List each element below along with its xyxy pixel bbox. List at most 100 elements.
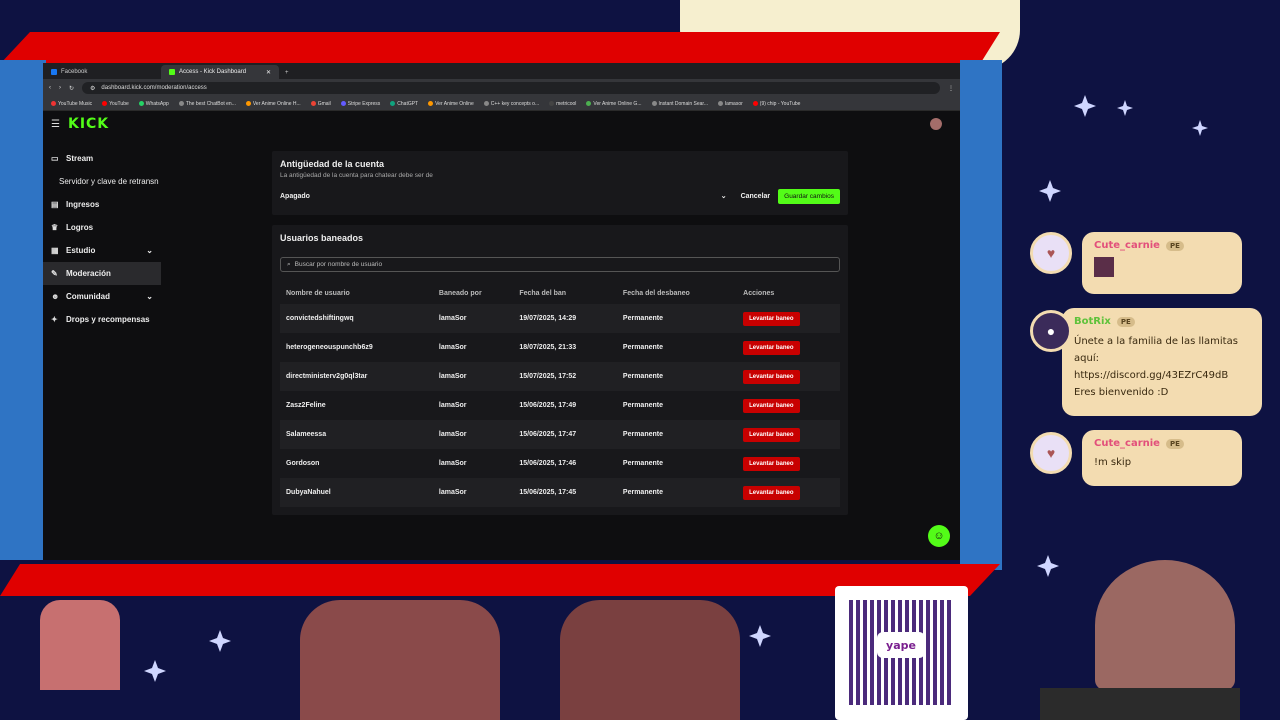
bookmark-item[interactable]: C++ key concepts o... <box>483 100 540 107</box>
support-chat-button[interactable]: ☺ <box>928 525 950 547</box>
cell-by: lamaSor <box>432 304 514 333</box>
cell-date: 15/07/2025, 17:52 <box>513 362 617 391</box>
unban-button[interactable]: Levantar baneo <box>743 311 800 326</box>
bookmark-item[interactable]: WhatsApp <box>138 101 169 107</box>
bookmark-item[interactable]: Instant Domain Sear... <box>651 101 708 107</box>
cell-actions: Levantar baneo <box>737 333 840 362</box>
url-input[interactable]: ⚙ dashboard.kick.com/moderation/access <box>82 82 940 94</box>
sidebar-item[interactable]: ✎ Moderación <box>43 262 161 285</box>
bookmark-label: ChatGPT <box>397 100 419 107</box>
bookmark-favicon-icon <box>651 101 657 106</box>
bot-avatar: ● <box>1030 310 1072 352</box>
community-icon: ☻ <box>51 291 60 301</box>
menu-icon[interactable]: ☰ <box>51 119 60 130</box>
bookmark-item[interactable]: (9) chip - YouTube <box>752 101 800 107</box>
emote-icon <box>1094 257 1114 277</box>
column-header: Baneado por <box>438 289 482 297</box>
sidebar-item-label: Servidor y clave de retransn <box>59 177 159 186</box>
chevron-down-icon[interactable]: ⌄ <box>146 246 153 255</box>
avatar[interactable] <box>930 118 942 130</box>
chevron-down-icon[interactable]: ⌄ <box>146 292 153 301</box>
bookmark-item[interactable]: YouTube Music <box>51 101 92 107</box>
bookmark-favicon-icon <box>340 101 346 106</box>
sidebar-item[interactable]: ▦ Estudio ⌄ <box>43 239 161 262</box>
close-tab-icon[interactable]: ✕ <box>266 69 271 76</box>
bookmark-item[interactable]: ChatGPT <box>390 101 418 107</box>
chat-message: Cute_carnie PE !m skip <box>1082 430 1242 486</box>
moderation-content: Antigüedad de la cuenta La antigüedad de… <box>272 151 848 525</box>
bookmark-item[interactable]: YouTube <box>102 101 129 107</box>
unban-button[interactable]: Levantar baneo <box>743 369 800 384</box>
sidebar-item[interactable]: ♛ Logros <box>43 216 161 239</box>
cancel-button[interactable]: Cancelar <box>741 193 771 200</box>
column-header: Fecha del desbaneo <box>622 289 690 297</box>
banned-users-title: Usuarios baneados <box>280 233 364 243</box>
facebook-icon <box>51 69 57 75</box>
account-age-select[interactable]: Apagado ⌄ <box>280 192 731 201</box>
blue-frame-left <box>0 60 46 560</box>
income-icon: ▤ <box>51 199 59 209</box>
search-field[interactable]: ⌕ Buscar por nombre de usuario <box>280 257 840 272</box>
table-row: Gordoson lamaSor 15/06/2025, 17:46 Permanen… <box>280 449 840 478</box>
unban-button[interactable]: Levantar baneo <box>743 456 800 471</box>
save-changes-button[interactable]: Guardar cambios <box>778 188 840 204</box>
sidebar-item[interactable]: ☻ Comunidad ⌄ <box>43 285 161 308</box>
sidebar-item-label: Estudio <box>66 246 96 255</box>
bookmark-label: Gmail <box>317 100 331 107</box>
column-header: Nombre de usuario <box>286 289 350 297</box>
sidebar-item[interactable]: ▤ Ingresos <box>43 193 161 216</box>
sidebar-item-label: Ingresos <box>66 200 100 209</box>
unban-button[interactable]: Levantar baneo <box>743 398 800 413</box>
bookmark-favicon-icon <box>102 101 108 106</box>
bookmark-item[interactable]: Stripe Express <box>340 101 380 107</box>
cell-user: Gordoson <box>286 460 320 467</box>
chat-message: BotRix PE Únete a la familia de las llami… <box>1062 308 1262 416</box>
table-row: heterogeneouspunchb6z9 lamaSor 18/07/2025,… <box>280 333 840 362</box>
bookmark-label: C++ key concepts o... <box>490 100 540 107</box>
bookmark-favicon-icon <box>549 101 555 106</box>
extensions-icon[interactable]: ⋮ <box>948 85 954 92</box>
forward-icon[interactable]: › <box>59 85 61 91</box>
tab-bar: Facebook Access - Kick Dashboard ✕ + <box>43 63 960 79</box>
bookmark-favicon-icon <box>310 101 316 106</box>
sidebar-item[interactable]: Servidor y clave de retransn <box>43 170 161 193</box>
bookmark-item[interactable]: Ver Anime Online <box>428 101 474 107</box>
kick-logo[interactable]: KICK <box>68 116 109 132</box>
sidebar-item-label: Comunidad <box>66 292 110 301</box>
cell-until: Permanente <box>616 362 738 391</box>
bookmark-label: Ver Anime Online <box>435 100 474 107</box>
bookmark-item[interactable]: The best ChatBot en... <box>178 101 236 107</box>
bookmark-item[interactable]: Ver Anime Online G... <box>586 101 642 107</box>
reload-icon[interactable]: ↻ <box>69 85 74 92</box>
unban-button[interactable]: Levantar baneo <box>743 340 800 355</box>
unban-button[interactable]: Levantar baneo <box>743 427 800 442</box>
bookmark-item[interactable]: Ver Anime Online H... <box>245 101 301 107</box>
bookmark-item[interactable]: metricool <box>549 101 576 107</box>
cell-actions: Levantar baneo <box>737 391 840 420</box>
bookmark-favicon-icon <box>483 101 489 106</box>
chat-badge: PE <box>1165 439 1184 449</box>
cell-date: 15/06/2025, 17:46 <box>519 460 577 467</box>
chat-username: Cute_carnie <box>1094 438 1160 449</box>
sidebar-item[interactable]: ▭ Stream <box>43 147 161 170</box>
cell-user: heterogeneouspunchb6z9 <box>286 344 373 351</box>
bookmark-item[interactable]: lamasor <box>717 101 743 107</box>
sidebar-item[interactable]: ✦ Drops y recompensas <box>43 308 161 331</box>
cell-until: Permanente <box>616 420 738 449</box>
bookmarks-bar: YouTube Music YouTube WhatsApp The best Cha… <box>43 97 960 111</box>
cell-date: 15/06/2025, 17:45 <box>513 478 617 507</box>
cell-by: lamaSor <box>438 344 467 351</box>
sidebar-item-label: Moderación <box>66 269 111 278</box>
tab-kick-dashboard[interactable]: Access - Kick Dashboard ✕ <box>161 65 279 79</box>
new-tab-icon[interactable]: + <box>285 70 289 76</box>
cell-user: Salameessa <box>280 420 433 449</box>
tab-facebook[interactable]: Facebook <box>43 65 161 79</box>
back-icon[interactable]: ‹ <box>49 85 51 91</box>
table-row: Salameessa lamaSor 15/06/2025, 17:47 Perman… <box>280 420 840 449</box>
cell-by: lamaSor <box>432 362 514 391</box>
tab-label: Access - Kick Dashboard <box>179 69 247 75</box>
cell-user: directministerv2g0ql3tar <box>280 362 433 391</box>
bookmark-item[interactable]: Gmail <box>310 100 331 107</box>
unban-button[interactable]: Levantar baneo <box>743 485 800 500</box>
cell-by: lamaSor <box>432 420 514 449</box>
